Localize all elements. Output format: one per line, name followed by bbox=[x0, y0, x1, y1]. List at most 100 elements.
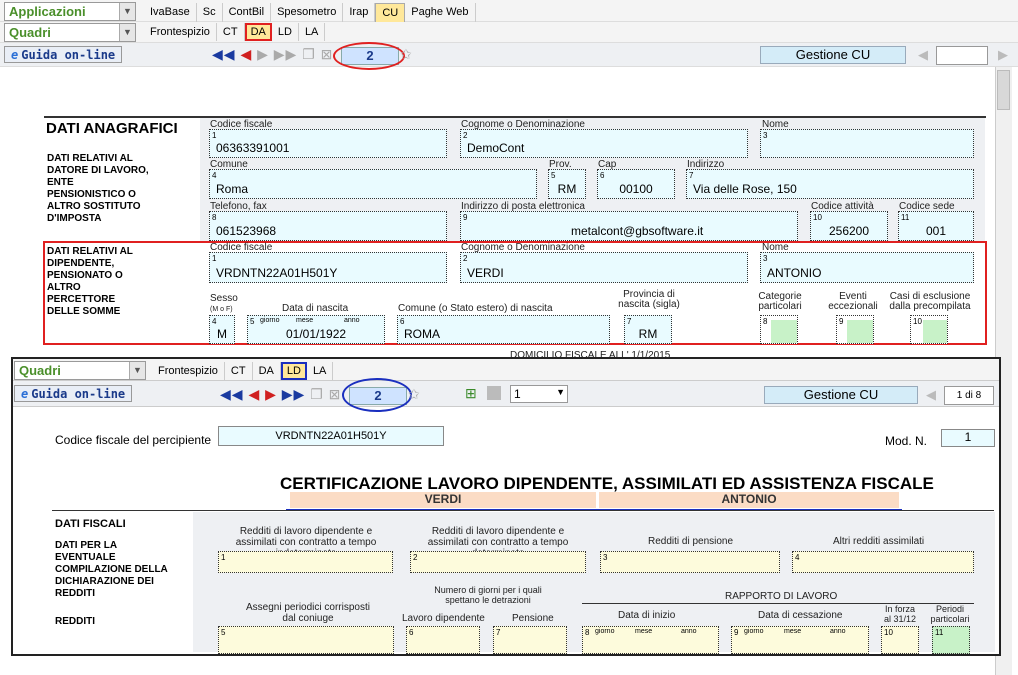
eventi-field[interactable]: 9 bbox=[836, 315, 874, 344]
giorni-pensione-field[interactable]: 7 bbox=[493, 626, 567, 654]
next-record-icon[interactable]: ▶ bbox=[257, 46, 269, 62]
cognome-field[interactable]: 2 VERDI bbox=[460, 252, 748, 283]
module-select[interactable]: 1 ▼ bbox=[510, 385, 568, 403]
nome-datore-field[interactable]: 3 bbox=[760, 129, 974, 158]
applicazioni-combo[interactable]: Applicazioni ▼ bbox=[4, 2, 136, 21]
label-anno: anno bbox=[344, 317, 360, 324]
giorni-lavoro-field[interactable]: 6 bbox=[406, 626, 480, 654]
copy-icon[interactable]: ❐ bbox=[310, 386, 324, 402]
email-field[interactable]: 9 metalcont@gbsoftware.it bbox=[460, 211, 798, 241]
casi-esclusione-field[interactable]: 10 bbox=[910, 315, 948, 344]
guida-online-button[interactable]: e Guida on-line bbox=[4, 46, 123, 63]
label-redditi-pensione: Redditi di pensione bbox=[648, 536, 734, 547]
comune-nascita-value: ROMA bbox=[404, 327, 440, 341]
quadri-combo[interactable]: Quadri ▼ bbox=[4, 23, 136, 42]
periodi-particolari-field[interactable]: 11 bbox=[932, 626, 970, 654]
add-module-icon[interactable]: ⊞ bbox=[465, 385, 477, 402]
sesso-field[interactable]: 4M bbox=[209, 315, 235, 344]
mod-n-field[interactable]: 1 bbox=[941, 429, 995, 447]
denominazione-field[interactable]: 2 DemoCont bbox=[460, 129, 748, 158]
data-cessazione-field[interactable]: 9 giorno mese anno bbox=[731, 626, 869, 654]
stop-icon[interactable] bbox=[487, 386, 501, 400]
label-casi-esclusione: Casi di esclusione dalla precompilata bbox=[889, 291, 971, 312]
delete-icon[interactable]: ⊠ bbox=[321, 46, 334, 62]
telefono-value: 061523968 bbox=[216, 224, 277, 238]
data-nascita-field[interactable]: 5 giorno mese anno 01/01/1922 bbox=[247, 315, 385, 344]
tab-contbil[interactable]: ContBil bbox=[223, 3, 272, 23]
codice-sede-field[interactable]: 11 001 bbox=[898, 211, 974, 241]
codice-attivita-value: 256200 bbox=[828, 224, 870, 238]
delete-icon[interactable]: ⊠ bbox=[329, 386, 342, 402]
in-forza-field[interactable]: 10 bbox=[881, 626, 919, 654]
tab-paghe-web[interactable]: Paghe Web bbox=[405, 3, 476, 23]
prev-record-icon[interactable]: ◀ bbox=[248, 386, 260, 402]
tab-sc[interactable]: Sc bbox=[197, 3, 223, 23]
prev-page-icon[interactable]: ◀ bbox=[918, 47, 928, 63]
next-page-icon[interactable]: ▶ bbox=[998, 47, 1008, 63]
altri-redditi-field[interactable]: 4 bbox=[792, 551, 974, 573]
indirizzo-field[interactable]: 7 Via delle Rose, 150 bbox=[686, 169, 974, 199]
redditi-determinato-field[interactable]: 2 bbox=[410, 551, 586, 573]
codice-attivita-field[interactable]: 10 256200 bbox=[810, 211, 888, 241]
tab-frontespizio[interactable]: Frontespizio bbox=[144, 23, 217, 41]
redditi-indeterminato-field[interactable]: 1 bbox=[218, 551, 393, 573]
label-anno: anno bbox=[681, 628, 697, 635]
section-line bbox=[52, 510, 994, 511]
tab-cu[interactable]: CU bbox=[375, 3, 406, 23]
label-data-cessazione: Data di cessazione bbox=[758, 610, 843, 621]
overlay-tab-ld[interactable]: LD bbox=[280, 362, 307, 380]
chevron-down-icon[interactable]: ▼ bbox=[129, 362, 145, 379]
tab-da[interactable]: DA bbox=[244, 23, 272, 41]
first-record-icon[interactable]: ◀◀ bbox=[212, 46, 236, 62]
last-record-icon[interactable]: ▶▶ bbox=[282, 386, 306, 402]
label-mese: mese bbox=[784, 628, 802, 635]
overlay-tab-da[interactable]: DA bbox=[253, 362, 281, 380]
data-inizio-field[interactable]: 8 giorno mese anno bbox=[582, 626, 719, 654]
copy-icon[interactable]: ❐ bbox=[302, 46, 316, 62]
prov-nascita-field[interactable]: 7 RM bbox=[624, 315, 672, 344]
tab-la[interactable]: LA bbox=[299, 23, 326, 41]
label-pensione: Pensione bbox=[512, 613, 554, 624]
cf-dipendente-field[interactable]: 1 VRDNTN22A01H501Y bbox=[209, 252, 447, 283]
nome-field[interactable]: 3 ANTONIO bbox=[760, 252, 974, 283]
label-data-nascita: Data di nascita bbox=[282, 303, 349, 314]
prov-field[interactable]: 5 RM bbox=[548, 169, 586, 199]
categorie-field[interactable]: 8 bbox=[760, 315, 798, 344]
tab-spesometro[interactable]: Spesometro bbox=[271, 3, 344, 23]
overlay-tab-frontespizio[interactable]: Frontespizio bbox=[152, 362, 225, 380]
next-record-icon[interactable]: ▶ bbox=[265, 386, 277, 402]
tab-ld[interactable]: LD bbox=[272, 23, 299, 41]
assegni-coniuge-field[interactable]: 5 bbox=[218, 626, 394, 654]
overlay-tab-la[interactable]: LA bbox=[307, 362, 334, 380]
label-sesso-mf: (M o F) bbox=[210, 306, 233, 313]
tab-ct[interactable]: CT bbox=[217, 23, 245, 41]
telefono-field[interactable]: 8 061523968 bbox=[209, 211, 447, 241]
cf-percipiente-field[interactable]: VRDNTN22A01H501Y bbox=[218, 426, 444, 446]
last-record-icon[interactable]: ▶▶ bbox=[274, 46, 298, 62]
page-input[interactable] bbox=[936, 46, 988, 65]
overlay-gestione-cu-button[interactable]: Gestione CU bbox=[764, 386, 918, 404]
cap-field[interactable]: 6 00100 bbox=[597, 169, 675, 199]
comune-nascita-field[interactable]: 6 ROMA bbox=[397, 315, 610, 344]
star-icon[interactable]: ✩ bbox=[400, 46, 412, 63]
overlay-pager[interactable]: 1 di 8 bbox=[944, 386, 994, 405]
comune-field[interactable]: 4 Roma bbox=[209, 169, 537, 199]
first-record-icon[interactable]: ◀◀ bbox=[220, 386, 244, 402]
overlay-quadri-combo[interactable]: Quadri ▼ bbox=[14, 361, 146, 380]
overlay-guida-button[interactable]: e Guida on-line bbox=[14, 385, 133, 402]
prov-nascita-value: RM bbox=[638, 327, 658, 341]
cf-datore-field[interactable]: 1 06363391001 bbox=[209, 129, 447, 158]
codice-sede-value: 001 bbox=[925, 224, 947, 238]
label-altri-redditi: Altri redditi assimilati bbox=[833, 536, 925, 547]
prev-page-icon[interactable]: ◀ bbox=[926, 387, 936, 403]
tab-ivabase[interactable]: IvaBase bbox=[144, 3, 197, 23]
star-icon[interactable]: ✩ bbox=[408, 386, 420, 403]
tab-irap[interactable]: Irap bbox=[343, 3, 376, 23]
chevron-down-icon[interactable]: ▼ bbox=[119, 3, 135, 20]
overlay-tab-ct[interactable]: CT bbox=[225, 362, 253, 380]
scroll-thumb[interactable] bbox=[997, 70, 1010, 110]
gestione-cu-button[interactable]: Gestione CU bbox=[760, 46, 906, 64]
redditi-pensione-field[interactable]: 3 bbox=[600, 551, 780, 573]
prev-record-icon[interactable]: ◀ bbox=[240, 46, 252, 62]
chevron-down-icon[interactable]: ▼ bbox=[119, 24, 135, 41]
